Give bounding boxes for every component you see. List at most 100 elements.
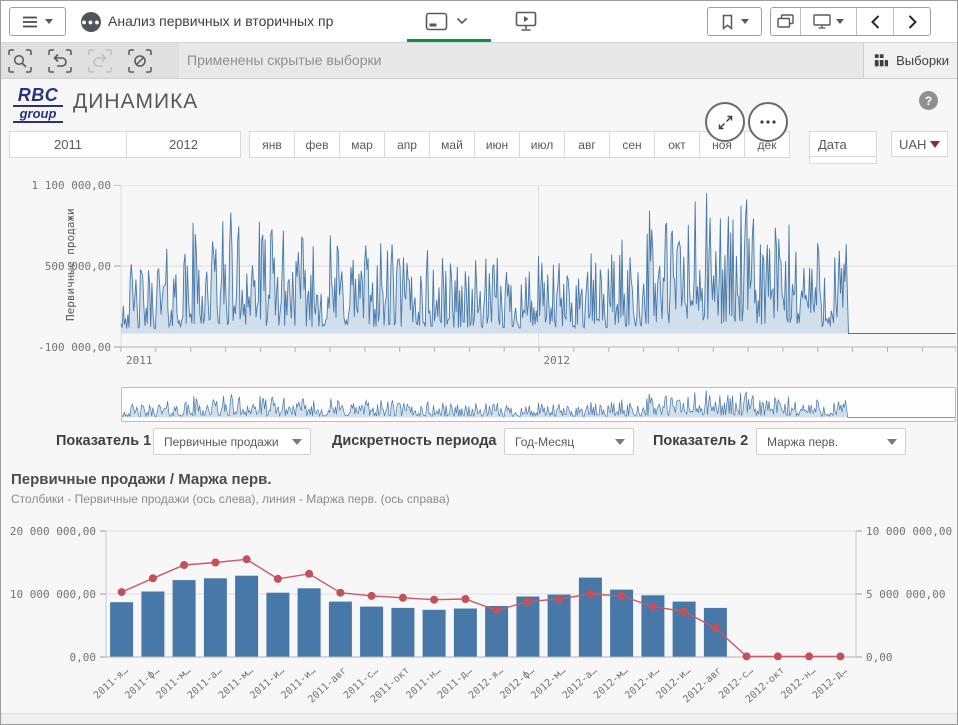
date-filter[interactable]: Дата (809, 131, 877, 157)
help-button[interactable]: ? (919, 91, 938, 110)
line-point-2011-дек[interactable] (461, 595, 469, 603)
svg-text:5 000 000,00: 5 000 000,00 (866, 588, 945, 601)
line-point-2012-апр[interactable] (586, 590, 594, 598)
month-filter-июл[interactable]: июл (519, 131, 565, 158)
year-filter-2011[interactable]: 2011 (9, 131, 127, 158)
step-forward-button[interactable] (87, 48, 113, 74)
line-point-2012-июн[interactable] (649, 603, 657, 611)
selections-tool-button[interactable]: Выборки (863, 43, 958, 78)
previous-sheet-button[interactable] (857, 8, 894, 35)
daily-sales-chart[interactable]: 20112012 (113, 185, 956, 371)
indicator2-dropdown[interactable]: Маржа перв. (756, 428, 906, 455)
expand-icon (716, 113, 735, 132)
clear-all-icon (128, 49, 152, 73)
chart1-ytick: 500 000,00 (1, 260, 111, 273)
sheets-stack-icon (777, 14, 794, 29)
year-filter-2012[interactable]: 2012 (126, 131, 241, 158)
bookmarks-button[interactable] (707, 7, 762, 36)
month-filter-сен[interactable]: сен (609, 131, 655, 158)
fullscreen-button[interactable] (705, 102, 745, 142)
current-sheet-button[interactable] (425, 12, 448, 32)
line-point-2011-мар[interactable] (180, 561, 188, 569)
date-filter-list[interactable] (809, 157, 877, 164)
selections-message: Применены скрытые выборки (187, 43, 381, 78)
indicator1-value: Первичные продажи (164, 435, 279, 449)
bar-2012-мар[interactable] (548, 595, 571, 657)
month-filter-окт[interactable]: окт (654, 131, 700, 158)
line-point-2012-сен[interactable] (743, 652, 751, 660)
month-filter-янв[interactable]: янв (249, 131, 295, 158)
monitor-icon (813, 14, 831, 29)
line-point-2012-мар[interactable] (555, 595, 563, 603)
month-filter-июн[interactable]: июн (474, 131, 520, 158)
logo-line2: group (13, 107, 63, 123)
line-point-2011-июн[interactable] (274, 575, 282, 583)
month-filter-авг[interactable]: авг (564, 131, 610, 158)
line-point-2012-июл[interactable] (680, 608, 688, 616)
bar-2012-авг[interactable] (704, 608, 727, 657)
sheet-selector-button[interactable] (801, 8, 857, 35)
line-point-2012-май[interactable] (618, 592, 626, 600)
svg-text:10 000 000,00: 10 000 000,00 (10, 588, 96, 601)
line-point-2011-ноя[interactable] (430, 596, 438, 604)
sheet-overview-button[interactable] (771, 8, 801, 35)
page-title: ДИНАМИКА (73, 90, 198, 114)
line-point-2012-фев[interactable] (524, 598, 532, 606)
redo-icon (88, 49, 112, 73)
bar-2011-дек[interactable] (454, 609, 477, 658)
bar-2011-авг[interactable] (329, 602, 352, 657)
bar-2011-фев[interactable] (141, 592, 164, 658)
svg-text:2011: 2011 (126, 354, 153, 367)
month-filter-мар[interactable]: мар (339, 131, 385, 158)
bar-2011-сен[interactable] (360, 607, 383, 657)
smart-search-button[interactable] (7, 48, 33, 74)
currency-dropdown[interactable]: UAH (891, 131, 948, 157)
combo-chart-title: Первичные продажи / Маржа перв. (11, 471, 272, 488)
global-menu-button[interactable] (9, 7, 66, 36)
bar-2011-апр[interactable] (204, 578, 227, 657)
chevron-right-icon (908, 15, 917, 29)
line-point-2012-янв[interactable] (493, 606, 501, 614)
selections-bar: Применены скрытые выборки Выборки (1, 43, 958, 79)
app-window: ●●● Анализ первичных и вторичных про… (0, 0, 958, 725)
hamburger-icon (22, 16, 38, 28)
month-filter-фев[interactable]: фев (294, 131, 340, 158)
line-point-2011-июл[interactable] (305, 570, 313, 578)
bar-2011-июн[interactable] (266, 593, 289, 657)
bar-2011-май[interactable] (235, 576, 258, 657)
bar-2011-окт[interactable] (391, 608, 414, 657)
sheet-list-chevron[interactable] (456, 17, 468, 25)
more-options-button[interactable] (748, 102, 788, 142)
navigator-mini-chart (122, 388, 955, 421)
app-options-icon[interactable]: ●●● (81, 12, 101, 32)
granularity-dropdown[interactable]: Год-Месяц (504, 428, 634, 455)
month-filter-май[interactable]: май (429, 131, 475, 158)
line-point-2012-авг[interactable] (711, 624, 719, 632)
chevron-left-icon (871, 15, 880, 29)
line-point-2011-окт[interactable] (399, 594, 407, 602)
line-point-2012-дек[interactable] (836, 652, 844, 660)
line-point-2011-фев[interactable] (149, 574, 157, 582)
bar-2012-апр[interactable] (579, 578, 602, 657)
bar-2011-янв[interactable] (110, 602, 133, 657)
line-point-2011-сен[interactable] (368, 592, 376, 600)
time-range-navigator[interactable] (121, 387, 956, 422)
bar-2011-мар[interactable] (173, 580, 196, 657)
month-filter-апр[interactable]: апр (384, 131, 430, 158)
line-point-2011-май[interactable] (243, 555, 251, 563)
line-point-2012-окт[interactable] (774, 652, 782, 660)
bar-2011-ноя[interactable] (423, 610, 446, 657)
storytelling-button[interactable] (515, 11, 537, 32)
combo-chart[interactable]: 20 000 000,0010 000 000,0010 000 000,005… (1, 521, 958, 713)
next-sheet-button[interactable] (894, 8, 930, 35)
bar-2011-июл[interactable] (298, 588, 321, 657)
line-point-2012-ноя[interactable] (805, 652, 813, 660)
indicator1-dropdown[interactable]: Первичные продажи (153, 428, 311, 455)
step-back-button[interactable] (47, 48, 73, 74)
bookmark-icon (721, 14, 734, 30)
selections-grid-icon (874, 53, 888, 68)
clear-selections-button[interactable] (127, 48, 153, 74)
line-point-2011-авг[interactable] (336, 589, 344, 597)
line-point-2011-апр[interactable] (211, 559, 219, 567)
line-point-2011-янв[interactable] (118, 588, 126, 596)
